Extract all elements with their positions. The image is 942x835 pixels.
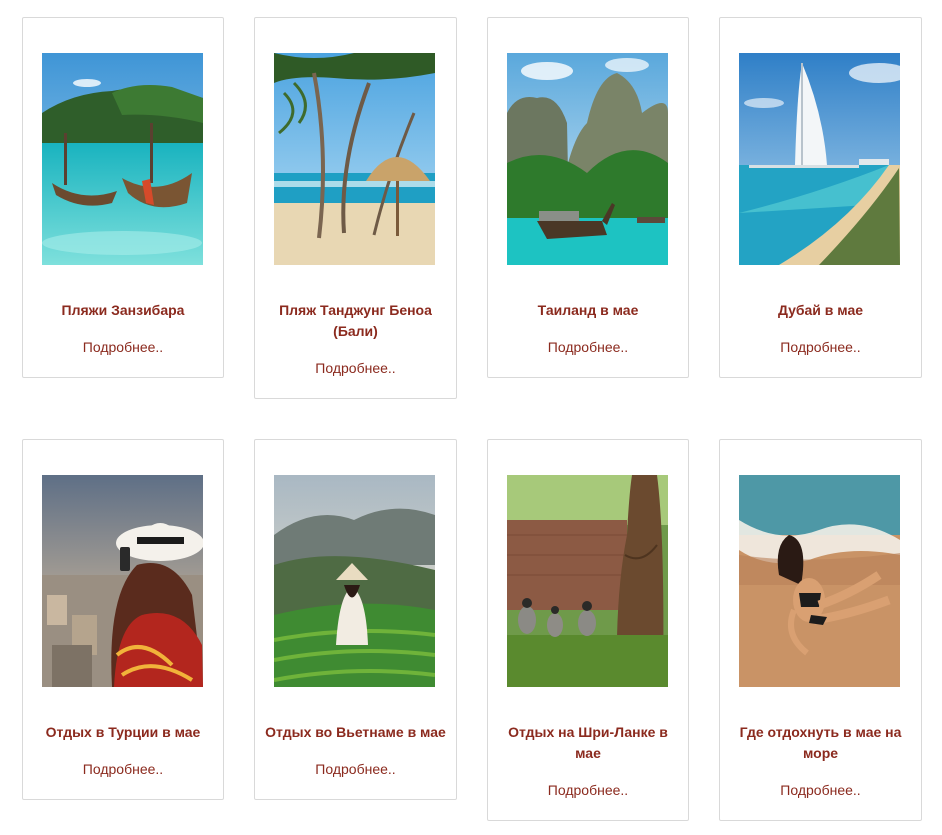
- photo-sri-lanka-monkeys[interactable]: [507, 475, 668, 687]
- card-vietnam[interactable]: Отдых во Вьетнаме в мае Подробнее..: [254, 439, 457, 800]
- more-link[interactable]: Подробнее..: [488, 781, 688, 799]
- more-link[interactable]: Подробнее..: [255, 359, 456, 377]
- card-title[interactable]: Отдых во Вьетнаме в мае: [261, 722, 450, 743]
- photo-bali-beach[interactable]: [274, 53, 435, 265]
- photo-dubai-burj-al-arab[interactable]: [739, 53, 900, 265]
- photo-turkey-woman-hat[interactable]: [42, 475, 203, 687]
- card-title[interactable]: Пляжи Занзибара: [29, 300, 217, 321]
- card-sri-lanka[interactable]: Отдых на Шри-Ланке в мае Подробнее..: [487, 439, 689, 821]
- card-title[interactable]: Отдых в Турции в мае: [29, 722, 217, 743]
- photo-zanzibar-beach[interactable]: [42, 53, 203, 265]
- more-link[interactable]: Подробнее..: [23, 760, 223, 778]
- card-turkey[interactable]: Отдых в Турции в мае Подробнее..: [22, 439, 224, 800]
- more-link[interactable]: Подробнее..: [720, 781, 921, 799]
- card-bali[interactable]: Пляж Танджунг Беноа (Бали) Подробнее..: [254, 17, 457, 399]
- photo-woman-on-beach[interactable]: [739, 475, 900, 687]
- more-link[interactable]: Подробнее..: [23, 338, 223, 356]
- card-sea-may[interactable]: Где отдохнуть в мае на море Подробнее..: [719, 439, 922, 821]
- card-title[interactable]: Где отдохнуть в мае на море: [726, 722, 915, 764]
- more-link[interactable]: Подробнее..: [255, 760, 456, 778]
- card-thailand[interactable]: Таиланд в мае Подробнее..: [487, 17, 689, 378]
- card-title[interactable]: Пляж Танджунг Беноа (Бали): [261, 300, 450, 342]
- photo-vietnam-tea-fields[interactable]: [274, 475, 435, 687]
- card-dubai[interactable]: Дубай в мае Подробнее..: [719, 17, 922, 378]
- card-title[interactable]: Дубай в мае: [726, 300, 915, 321]
- card-title[interactable]: Таиланд в мае: [494, 300, 682, 321]
- more-link[interactable]: Подробнее..: [488, 338, 688, 356]
- card-title[interactable]: Отдых на Шри-Ланке в мае: [494, 722, 682, 764]
- more-link[interactable]: Подробнее..: [720, 338, 921, 356]
- card-zanzibar[interactable]: Пляжи Занзибара Подробнее..: [22, 17, 224, 378]
- photo-thailand-cliffs[interactable]: [507, 53, 668, 265]
